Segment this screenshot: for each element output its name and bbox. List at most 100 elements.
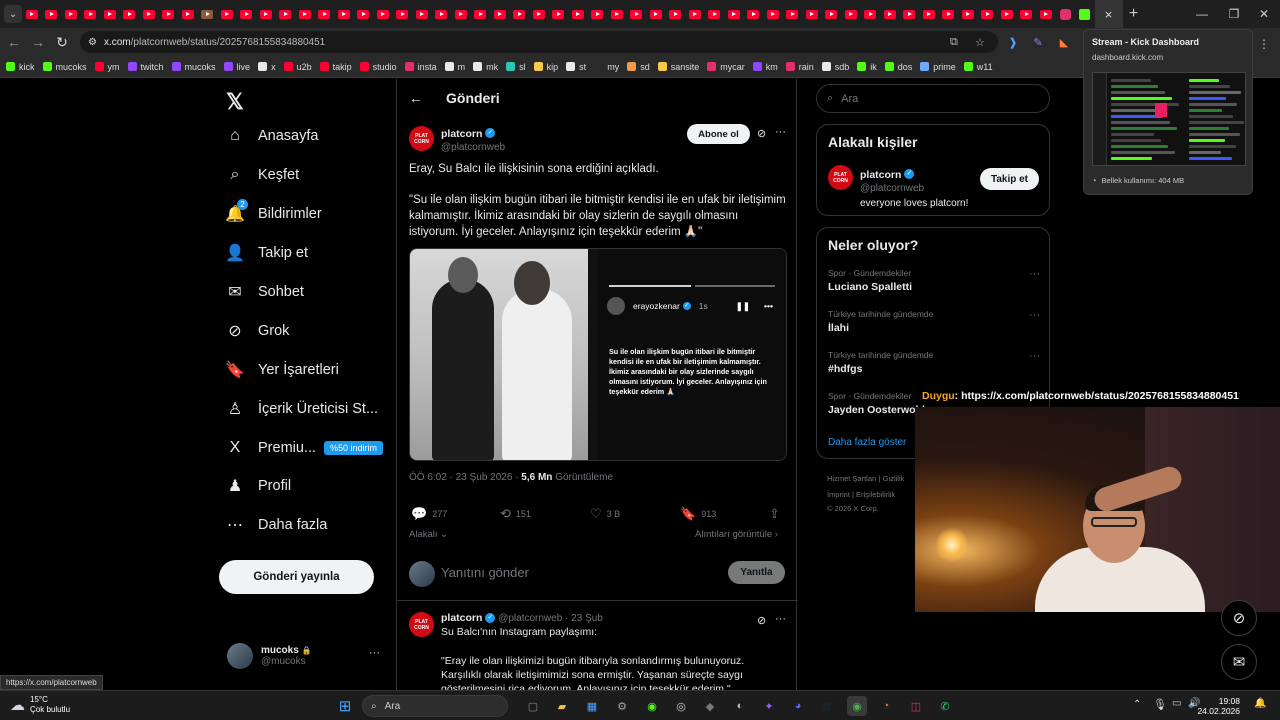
trend-more-icon[interactable]: ··· [1029, 268, 1040, 280]
bookmark-item[interactable]: mucoks [42, 62, 87, 72]
browser-tab[interactable] [393, 0, 413, 28]
browser-tab[interactable] [627, 0, 647, 28]
reply-post[interactable]: PLAT CORN platcorn ✓ @platcornweb · 23 Şu… [409, 612, 603, 638]
browser-tab[interactable] [568, 0, 588, 28]
trend-item[interactable]: Türkiye tarihinde gündemde İlahi ··· [828, 309, 1040, 334]
grok-float-icon[interactable]: ⊘ [1221, 600, 1257, 636]
browser-tab[interactable] [256, 0, 276, 28]
bookmark-item[interactable]: dos [884, 62, 912, 72]
back-arrow-icon[interactable]: ← [409, 90, 423, 106]
bookmark-item[interactable]: x [258, 62, 276, 72]
browser-tab[interactable] [334, 0, 354, 28]
share-action[interactable]: ⇪ [769, 506, 785, 522]
address-bar[interactable]: ⚙ x.com/platcornweb/status/2025768155834… [80, 31, 998, 53]
gaming-icon[interactable]: ◉ [642, 696, 662, 716]
instagram-story-image[interactable]: erayozkenar ✓ 1s ❚❚ ••• Su ile olan iliş… [597, 249, 786, 460]
browser-tab[interactable] [237, 0, 257, 28]
like-action[interactable]: ♡ 3 B [590, 506, 620, 522]
windows-start-icon[interactable]: ⊞ [335, 696, 355, 716]
browser-tab[interactable] [1017, 0, 1037, 28]
steam-icon[interactable]: ◍ [817, 696, 837, 716]
browser-tab[interactable] [880, 0, 900, 28]
browser-tab[interactable] [490, 0, 510, 28]
tray-chevron-icon[interactable]: ⌃ [1133, 699, 1141, 710]
grok-icon[interactable]: ⊘ [757, 614, 766, 627]
bookmark-item[interactable]: st [566, 62, 586, 72]
post-author[interactable]: PLAT CORN platcorn ✓ @platcornweb [409, 124, 505, 153]
bookmark-item[interactable]: insta [404, 62, 437, 72]
browser-tab[interactable] [666, 0, 686, 28]
extension-icon[interactable]: ◣ [1055, 33, 1073, 51]
trend-item[interactable]: Spor · Gündemdekiler Luciano Spalletti ··· [828, 268, 1040, 293]
browser-tab[interactable] [139, 0, 159, 28]
back-button[interactable]: ← [2, 34, 26, 50]
close-window-button[interactable]: ✕ [1248, 0, 1280, 28]
notification-bell-icon[interactable]: 🔔 [1254, 698, 1266, 709]
purple-app-icon[interactable]: ✦ [759, 696, 779, 716]
bookmark-item[interactable]: rain [785, 62, 814, 72]
messages-float-icon[interactable]: ✉ [1221, 644, 1257, 680]
reply-input[interactable]: Yanıtını gönder [441, 565, 529, 580]
bookmark-item[interactable]: takip [319, 62, 352, 72]
grok-icon[interactable]: ⊘ [757, 127, 766, 140]
browser-tab[interactable] [1075, 0, 1095, 28]
bookmark-item[interactable]: studio [359, 62, 397, 72]
browser-tab[interactable] [802, 0, 822, 28]
extension-icon[interactable]: ❱ [1004, 33, 1022, 51]
footer-terms[interactable]: Hizmet Şartları | Gizlilik [827, 474, 904, 483]
browser-tab[interactable] [198, 0, 218, 28]
browser-tab[interactable] [1036, 0, 1056, 28]
new-tab-button[interactable]: + [1123, 5, 1145, 23]
repost-action[interactable]: ⟲ 151 [500, 506, 531, 522]
bookmark-item[interactable]: km [752, 62, 778, 72]
browser-tab[interactable] [315, 0, 335, 28]
browser-tab[interactable] [685, 0, 705, 28]
taskbar-search[interactable]: ⌕ Ara [362, 695, 508, 717]
view-quotes-link[interactable]: Alıntıları görüntüle › [695, 529, 778, 540]
browser-tab[interactable] [510, 0, 530, 28]
browser-tab[interactable] [217, 0, 237, 28]
trend-more-icon[interactable]: ··· [1029, 350, 1040, 362]
bookmark-item[interactable]: kip [533, 62, 558, 72]
browser-tab[interactable] [529, 0, 549, 28]
browser-tab[interactable] [958, 0, 978, 28]
bookmark-item[interactable]: my [594, 62, 619, 72]
forward-button[interactable]: → [26, 34, 50, 50]
file-explorer-icon[interactable]: ▰ [552, 696, 572, 716]
site-info-icon[interactable]: ⚙ [88, 37, 97, 48]
browser-tab[interactable] [978, 0, 998, 28]
bookmark-item[interactable]: live [223, 62, 250, 72]
nav-item-daha-fazla[interactable]: ⋯ Daha fazla [226, 516, 327, 534]
browser-tab[interactable] [100, 0, 120, 28]
browser-tab[interactable] [607, 0, 627, 28]
firefox-icon[interactable]: ◔ [876, 696, 896, 716]
chrome-icon[interactable]: ◉ [847, 696, 867, 716]
nav-item-premiu-[interactable]: X Premiu... %50 indirim [226, 439, 384, 457]
browser-tab[interactable] [646, 0, 666, 28]
nav-item-sohbet[interactable]: ✉ Sohbet [226, 283, 304, 301]
browser-tab[interactable] [432, 0, 452, 28]
maximize-button[interactable]: ❐ [1218, 0, 1250, 28]
bookmark-item[interactable]: u2b [283, 62, 312, 72]
browser-tab[interactable] [178, 0, 198, 28]
search-input[interactable]: ⌕ Ara [816, 84, 1050, 113]
browser-tab[interactable] [763, 0, 783, 28]
bookmark-star-icon[interactable]: ☆ [975, 31, 985, 53]
browser-tab[interactable] [451, 0, 471, 28]
browser-tab[interactable] [997, 0, 1017, 28]
browser-tab[interactable] [159, 0, 179, 28]
weather-widget[interactable]: ☁ 15°C Çok bulutlu [10, 695, 70, 715]
browser-tab[interactable] [939, 0, 959, 28]
nav-item-anasayfa[interactable]: ⌂ Anasayfa [226, 127, 318, 145]
post-media[interactable]: erayozkenar ✓ 1s ❚❚ ••• Su ile olan iliş… [409, 248, 787, 461]
close-tab-icon[interactable]: × [1105, 7, 1113, 22]
browser-tab[interactable] [42, 0, 62, 28]
trend-item[interactable]: Türkiye tarihinde gündemde #hdfgs ··· [828, 350, 1040, 375]
relevant-sort[interactable]: Alakalı ⌄ [409, 529, 448, 540]
nav-item-yer-i-şaretleri[interactable]: 🔖 Yer İşaretleri [225, 361, 339, 379]
follow-button[interactable]: Takip et [980, 168, 1039, 190]
browser-tab[interactable] [471, 0, 491, 28]
bookmark-item[interactable]: w11 [963, 62, 993, 72]
bookmark-item[interactable]: ik [857, 62, 877, 72]
bookmark-item[interactable]: prime [920, 62, 956, 72]
